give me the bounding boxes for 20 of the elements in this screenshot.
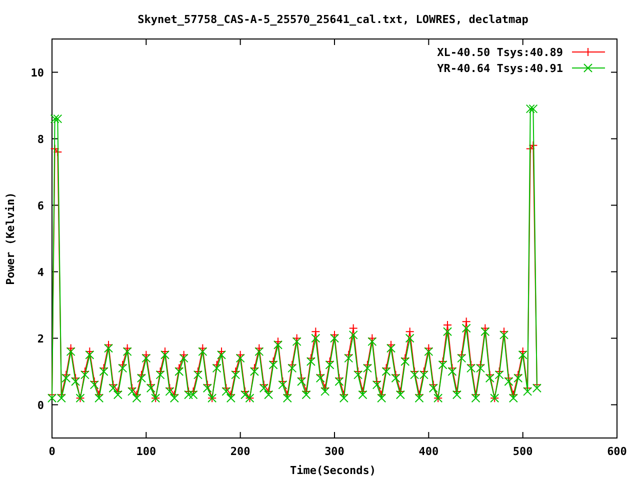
x-tick-label: 200 (230, 445, 250, 458)
y-tick-label: 4 (37, 266, 44, 279)
legend-label: XL-40.50 Tsys:40.89 (437, 46, 563, 59)
x-axis-label: Time(Seconds) (290, 464, 376, 477)
y-tick-label: 10 (30, 66, 44, 80)
x-tick-label: 500 (512, 445, 533, 458)
chart-title: Skynet_57758_CAS-A-5_25570_25641_cal.txt, LOWRES, declatmap (138, 13, 528, 26)
legend-line (572, 48, 606, 56)
x-tick-label: 400 (418, 445, 439, 458)
x-tick-label: 300 (324, 445, 344, 458)
y-tick-label: 2 (37, 332, 44, 346)
y-tick-label: 6 (37, 199, 44, 212)
x-tick-label: 100 (136, 445, 156, 458)
y-axis-label: Power (Kelvin) (4, 192, 17, 285)
legend-label: YR-40.64 Tsys:40.91 (437, 62, 563, 75)
legend-line (572, 64, 606, 72)
x-tick-label: 600 (607, 445, 627, 458)
x-tick-label: 0 (48, 445, 56, 458)
y-tick-label: 0 (37, 398, 44, 412)
y-tick-label: 8 (37, 132, 44, 146)
